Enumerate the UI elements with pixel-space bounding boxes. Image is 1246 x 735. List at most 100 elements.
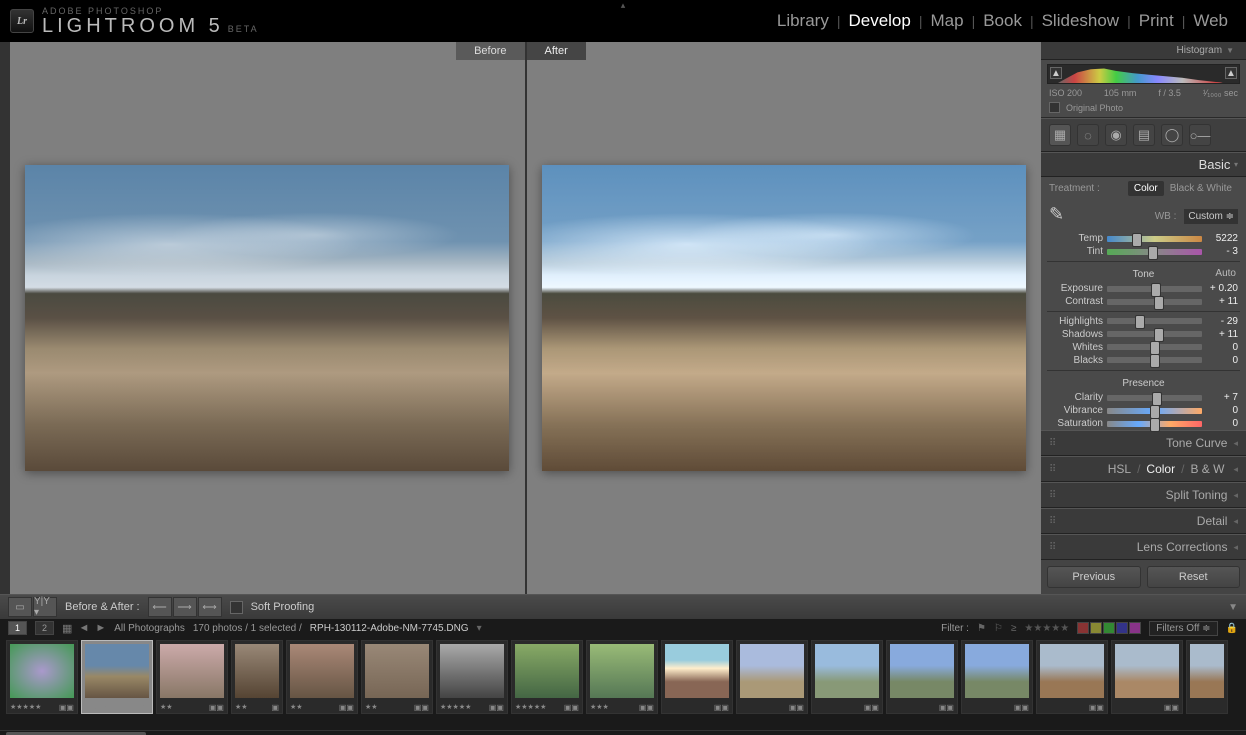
module-library[interactable]: Library [769, 7, 837, 35]
copy-after-to-before-button[interactable]: ⟶ [173, 597, 197, 617]
slider-shadows[interactable]: Shadows+ 11 [1041, 328, 1246, 341]
thumb-4[interactable]: ★★▣ [231, 640, 283, 714]
thumb-12[interactable]: ▣▣ [811, 640, 883, 714]
panel-handle-icon[interactable]: ▴ [621, 0, 626, 11]
detail-panel[interactable]: ⠿Detail◂ [1041, 508, 1246, 534]
filter-lock-icon[interactable]: 🔒 [1226, 623, 1238, 634]
nav-forward-icon[interactable]: ► [95, 622, 106, 635]
original-checkbox[interactable] [1049, 102, 1060, 113]
original-photo-row[interactable]: Original Photo [1041, 100, 1246, 118]
exif-aperture: f / 3.5 [1158, 88, 1181, 98]
vibrance-label: Vibrance [1049, 405, 1103, 416]
thumb-3[interactable]: ★★▣▣ [156, 640, 228, 714]
spot-removal-tool[interactable]: ◌ [1077, 124, 1099, 146]
thumb-9[interactable]: ★★★▣▣ [586, 640, 658, 714]
treatment-bw[interactable]: Black & White [1164, 181, 1238, 196]
thumb-11[interactable]: ▣▣ [736, 640, 808, 714]
thumb-15[interactable]: ▣▣ [1036, 640, 1108, 714]
clarity-label: Clarity [1049, 392, 1103, 403]
grid-view-icon[interactable]: ▦ [62, 622, 72, 635]
module-print[interactable]: Print [1131, 7, 1182, 35]
reset-button[interactable]: Reset [1147, 566, 1241, 588]
slider-temp[interactable]: Temp5222 [1041, 232, 1246, 245]
toolbar-menu-button[interactable]: ▼ [1228, 602, 1238, 613]
preview-before-pane[interactable]: Before [10, 42, 527, 594]
module-book[interactable]: Book [975, 7, 1030, 35]
treatment-label: Treatment : [1049, 183, 1100, 194]
color-label-filter[interactable] [1077, 622, 1141, 634]
exif-shutter: ¹⁄₁₀₀₀ sec [1203, 88, 1238, 98]
basic-title: Basic [1199, 157, 1231, 172]
white-balance-row: ✎ WB : Custom ≑ [1041, 200, 1246, 232]
soft-proofing-label: Soft Proofing [251, 601, 315, 613]
loupe-view-button[interactable]: ▭ [8, 597, 32, 617]
left-panel-collapsed[interactable] [0, 42, 10, 594]
collapse-icon: ▼ [1226, 46, 1234, 55]
thumb-8[interactable]: ★★★★★▣▣ [511, 640, 583, 714]
thumb-14[interactable]: ▣▣ [961, 640, 1033, 714]
collection-path[interactable]: All Photographs [114, 623, 185, 634]
slider-tint[interactable]: Tint- 3 [1041, 245, 1246, 258]
rating-comparator-icon[interactable]: ≥ [1011, 623, 1017, 634]
thumb-17[interactable] [1186, 640, 1228, 714]
swap-before-after-button[interactable]: ⟵ [148, 597, 172, 617]
develop-tool-strip: ▦ ◌ ◉ ▤ ◯ ○― [1041, 118, 1246, 152]
rating-filter[interactable]: ★★★★★ [1024, 623, 1069, 634]
thumb-5[interactable]: ★★▣▣ [286, 640, 358, 714]
graduated-filter-tool[interactable]: ▤ [1133, 124, 1155, 146]
main-window-tab[interactable]: 1 [8, 621, 27, 635]
flag-rejected-icon[interactable]: ⚐ [994, 623, 1003, 634]
thumb-16[interactable]: ▣▣ [1111, 640, 1183, 714]
brand-main: LIGHTROOM 5 [42, 15, 224, 37]
shadows-label: Shadows [1049, 329, 1103, 340]
second-window-tab[interactable]: 2 [35, 621, 54, 635]
slider-contrast[interactable]: Contrast+ 11 [1041, 295, 1246, 308]
split-toning-panel[interactable]: ⠿Split Toning◂ [1041, 482, 1246, 508]
filters-dropdown[interactable]: Filters Off ≑ [1149, 621, 1217, 636]
thumb-7[interactable]: ★★★★★▣▣ [436, 640, 508, 714]
copy-settings-button[interactable]: ⟷ [198, 597, 222, 617]
hsl-panel[interactable]: ⠿HSL/Color/B & W◂ [1041, 456, 1246, 482]
thumb-2[interactable]: ★★★★★▣▣ [81, 640, 153, 714]
basic-header[interactable]: Basic ▾ [1041, 152, 1246, 177]
red-eye-tool[interactable]: ◉ [1105, 124, 1127, 146]
tone-curve-panel[interactable]: ⠿Tone Curve◂ [1041, 430, 1246, 456]
preview-after-pane[interactable]: After [527, 42, 1042, 594]
slider-clarity[interactable]: Clarity+ 7 [1041, 391, 1246, 404]
module-map[interactable]: Map [922, 7, 971, 35]
crop-tool[interactable]: ▦ [1049, 124, 1071, 146]
lens-corrections-panel[interactable]: ⠿Lens Corrections◂ [1041, 534, 1246, 560]
adjustment-brush-tool[interactable]: ○― [1189, 124, 1211, 146]
hsl-label: HSL/Color/B & W [1105, 462, 1228, 476]
module-develop[interactable]: Develop [840, 7, 918, 35]
nav-back-icon[interactable]: ◄ [78, 622, 89, 635]
thumb-10[interactable]: ▣▣ [661, 640, 733, 714]
flag-picked-icon[interactable]: ⚑ [977, 623, 986, 634]
path-dropdown-icon[interactable]: ▾ [477, 623, 482, 634]
before-after-views-button[interactable]: Y|Y ▾ [33, 597, 57, 617]
slider-vibrance[interactable]: Vibrance0 [1041, 404, 1246, 417]
wb-eyedropper-icon[interactable]: ✎ [1049, 204, 1073, 228]
radial-filter-tool[interactable]: ◯ [1161, 124, 1183, 146]
slider-blacks[interactable]: Blacks0 [1041, 354, 1246, 367]
auto-tone-button[interactable]: Auto [1215, 268, 1236, 279]
shadow-clip-indicator[interactable]: ▲ [1050, 67, 1062, 79]
treatment-color[interactable]: Color [1128, 181, 1164, 196]
filmstrip-scrollbar[interactable] [0, 730, 1246, 735]
slider-highlights[interactable]: Highlights- 29 [1041, 315, 1246, 328]
slider-saturation[interactable]: Saturation0 [1041, 417, 1246, 430]
wb-dropdown[interactable]: Custom ≑ [1184, 209, 1238, 224]
previous-button[interactable]: Previous [1047, 566, 1141, 588]
module-web[interactable]: Web [1185, 7, 1236, 35]
highlight-clip-indicator[interactable]: ▲ [1225, 67, 1237, 79]
soft-proofing-checkbox[interactable] [230, 601, 243, 614]
thumb-6[interactable]: ★★▣▣ [361, 640, 433, 714]
thumb-1[interactable]: ★★★★★▣▣ [6, 640, 78, 714]
slider-exposure[interactable]: Exposure+ 0.20 [1041, 282, 1246, 295]
histogram-chart[interactable]: ▲ ▲ [1047, 64, 1240, 84]
filmstrip[interactable]: ★★★★★▣▣ ★★★★★▣▣ ★★▣▣ ★★▣ ★★▣▣ ★★▣▣ ★★★★★… [0, 637, 1246, 730]
slider-whites[interactable]: Whites0 [1041, 341, 1246, 354]
thumb-13[interactable]: ▣▣ [886, 640, 958, 714]
histogram-header[interactable]: Histogram▼ [1041, 42, 1246, 60]
module-slideshow[interactable]: Slideshow [1034, 7, 1128, 35]
